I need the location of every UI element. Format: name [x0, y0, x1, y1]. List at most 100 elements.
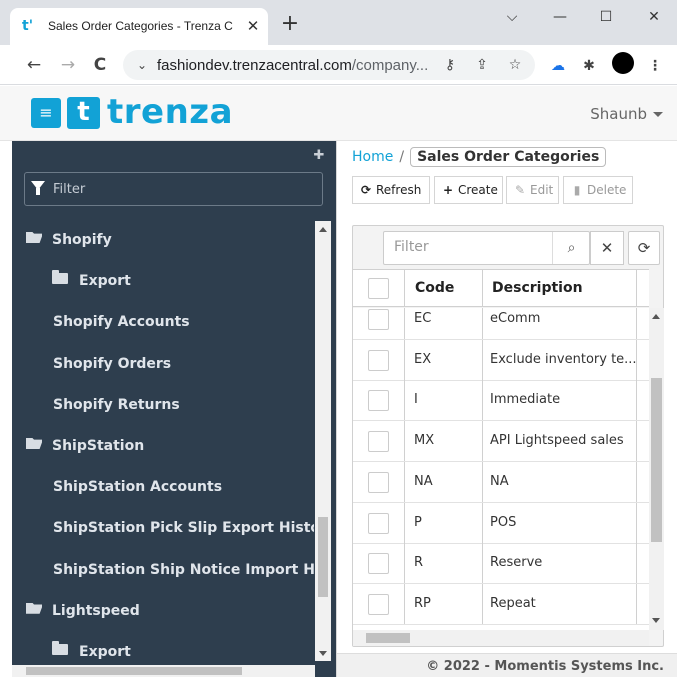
cell-description: Immediate — [490, 392, 561, 408]
column-divider — [482, 502, 483, 543]
window-close-button[interactable]: ✕ — [634, 4, 674, 30]
column-divider — [482, 308, 483, 339]
site-info-icon[interactable]: ⌄ — [133, 56, 151, 74]
key-icon[interactable]: ⚷ — [441, 56, 459, 74]
sidebar-scroll-thumb[interactable] — [318, 517, 328, 597]
trash-icon: ▮ — [573, 183, 581, 197]
table-row[interactable]: EX Exclude inventory te... — [353, 339, 649, 381]
cloud-extension-icon[interactable]: ☁ — [549, 57, 567, 75]
hamburger-menu-icon[interactable]: ≡ — [31, 98, 61, 128]
row-checkbox[interactable] — [368, 471, 389, 493]
minimize-button[interactable]: — — [540, 4, 580, 30]
delete-button[interactable]: ▮ Delete — [563, 176, 633, 204]
chevron-down-icon[interactable]: ⌵ — [492, 4, 532, 30]
grid-vertical-scrollbar[interactable] — [649, 308, 664, 630]
browser-tab[interactable]: t' Sales Order Categories - Trenza C ✕ — [10, 8, 268, 45]
url-field[interactable]: ⌄ fashiondev.trenzacentral.com/company..… — [123, 50, 535, 80]
forward-arrow-icon[interactable]: → — [56, 53, 80, 77]
profile-avatar[interactable] — [612, 52, 634, 74]
table-row[interactable]: MX API Lightspeed sales — [353, 421, 649, 463]
star-icon[interactable]: ☆ — [506, 56, 524, 74]
trenza-favicon-icon: t' — [22, 18, 33, 34]
row-checkbox[interactable] — [368, 431, 389, 453]
cell-code: NA — [414, 473, 433, 489]
column-divider — [404, 421, 405, 462]
share-icon[interactable]: ⇪ — [473, 56, 491, 74]
scroll-down-arrow-icon[interactable] — [319, 651, 327, 656]
row-checkbox[interactable] — [368, 593, 389, 615]
create-button[interactable]: + Create — [434, 176, 503, 204]
filter-icon — [31, 181, 45, 195]
sidebar-horizontal-scrollbar[interactable] — [12, 665, 315, 677]
sidebar-hscroll-thumb[interactable] — [26, 667, 242, 675]
plus-icon: + — [442, 183, 454, 197]
tab-close-icon[interactable]: ✕ — [244, 17, 262, 35]
row-checkbox[interactable] — [368, 349, 389, 371]
grid-filter[interactable]: ⌕ — [383, 231, 590, 265]
sidebar-filter-input[interactable] — [53, 179, 313, 199]
cell-description: eComm — [490, 311, 541, 326]
reload-icon[interactable]: C — [88, 53, 112, 77]
browser-menu-icon[interactable]: ⋮ — [646, 57, 664, 75]
user-menu[interactable]: Shaunb — [590, 105, 663, 123]
refresh-icon: ⟳ — [360, 183, 372, 197]
column-divider — [636, 308, 637, 339]
column-header-description[interactable]: Description — [492, 280, 583, 296]
sidebar-item-label: Shopify — [52, 232, 112, 248]
sidebar-vertical-scrollbar[interactable] — [315, 221, 331, 661]
row-checkbox[interactable] — [368, 512, 389, 534]
row-checkbox[interactable] — [368, 553, 389, 575]
column-divider — [636, 543, 637, 584]
sidebar-item-export[interactable]: Export — [12, 262, 314, 302]
select-all-checkbox[interactable] — [368, 278, 389, 299]
sidebar-item-shipstation-ship-notice-import-history[interactable]: ShipStation Ship Notice Import History — [12, 551, 314, 591]
table-row[interactable]: R Reserve — [353, 543, 649, 585]
scroll-up-arrow-icon[interactable] — [652, 314, 660, 319]
breadcrumb-home-link[interactable]: Home — [352, 149, 393, 165]
table-row[interactable]: P POS — [353, 502, 649, 544]
sidebar-item-shipstation[interactable]: ShipStation — [12, 427, 314, 467]
column-divider — [404, 270, 405, 306]
maximize-button[interactable]: ☐ — [586, 4, 626, 30]
sidebar-item-shipstation-pick-slip-export-history[interactable]: ShipStation Pick Slip Export History — [12, 509, 314, 549]
grid-hscroll-thumb[interactable] — [366, 633, 410, 643]
folder-open-icon — [26, 438, 42, 449]
sidebar-item-lightspeed[interactable]: Lightspeed — [12, 592, 314, 632]
table-row[interactable]: EC eComm — [353, 308, 649, 340]
cell-description: Exclude inventory te... — [490, 351, 637, 367]
breadcrumb-separator: / — [399, 149, 405, 165]
grid-horizontal-scrollbar[interactable] — [353, 630, 649, 646]
footer: © 2022 - Momentis Systems Inc. — [337, 653, 677, 677]
column-header-code[interactable]: Code — [415, 280, 454, 296]
clear-filter-icon[interactable]: ✕ — [590, 231, 624, 265]
search-icon[interactable]: ⌕ — [552, 232, 590, 264]
sidebar-item-shopify-returns[interactable]: Shopify Returns — [12, 386, 314, 426]
edit-button[interactable]: ✎ Edit — [506, 176, 559, 204]
table-row[interactable]: RP Repeat — [353, 583, 649, 625]
back-arrow-icon[interactable]: ← — [22, 53, 46, 77]
sidebar-item-shopify-accounts[interactable]: Shopify Accounts — [12, 303, 314, 343]
sidebar-item-shopify[interactable]: Shopify — [12, 221, 314, 261]
sidebar-filter[interactable] — [24, 172, 323, 206]
user-name: Shaunb — [590, 105, 647, 123]
grid-filter-input[interactable] — [394, 239, 544, 255]
pin-icon[interactable]: ✚ — [311, 148, 327, 164]
cell-code: EC — [414, 311, 432, 326]
breadcrumb-current: Sales Order Categories — [410, 147, 607, 167]
refresh-button[interactable]: ⟳ Refresh — [352, 176, 430, 204]
table-row[interactable]: NA NA — [353, 461, 649, 503]
row-checkbox[interactable] — [368, 390, 389, 412]
scroll-up-arrow-icon[interactable] — [319, 227, 327, 232]
sidebar-item-shopify-orders[interactable]: Shopify Orders — [12, 345, 314, 385]
sidebar-item-shipstation-accounts[interactable]: ShipStation Accounts — [12, 468, 314, 508]
scroll-down-arrow-icon[interactable] — [652, 618, 660, 623]
puzzle-extension-icon[interactable]: ✱ — [580, 57, 598, 75]
grid-refresh-icon[interactable]: ⟳ — [628, 231, 660, 265]
row-checkbox[interactable] — [368, 309, 389, 330]
grid-scroll-thumb[interactable] — [651, 378, 662, 542]
new-tab-button[interactable]: + — [279, 13, 301, 36]
column-divider — [482, 421, 483, 462]
column-divider — [482, 339, 483, 380]
table-row[interactable]: I Immediate — [353, 380, 649, 422]
sidebar-item-label: Shopify Accounts — [53, 314, 190, 331]
